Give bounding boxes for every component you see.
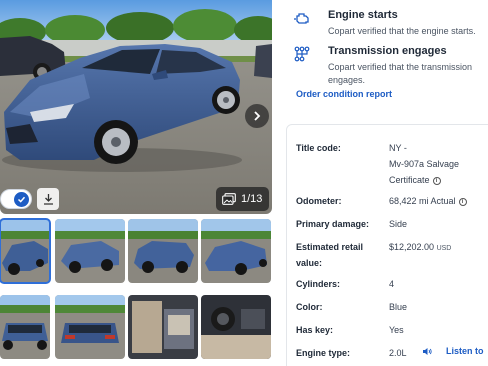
verification-description: Copart verified that the engine starts. (328, 26, 476, 36)
photo-gallery: 1/13 (0, 0, 272, 366)
has-key-label: Has key: (296, 325, 334, 335)
engine-type-label: Engine type: (296, 348, 351, 358)
primary-damage-label: Primary damage: (296, 219, 370, 229)
speaker-icon (423, 347, 432, 355)
thumbnail-7[interactable] (128, 295, 198, 359)
download-photos-button[interactable] (37, 188, 59, 210)
listen-label: Listen to (446, 346, 484, 356)
cylinders-value: 4 (389, 279, 395, 289)
download-icon (43, 194, 53, 205)
odometer-text: 68,422 mi Actual (389, 196, 456, 206)
title-code-text: NY - Mv-907a Salvage Certificate (389, 143, 460, 185)
title-code-value: NY - Mv-907a Salvage Certificate i (389, 140, 488, 188)
vehicle-photo-image (0, 0, 272, 214)
images-icon (222, 193, 236, 205)
listen-button[interactable]: Listen to (422, 346, 484, 356)
odometer-value: 68,422 mi Actual i (389, 193, 488, 209)
main-vehicle-photo[interactable] (0, 0, 272, 214)
thumbnail-1[interactable] (0, 218, 51, 284)
verification-description: Copart verified that the transmission en… (328, 62, 473, 85)
thumbnail-6[interactable] (55, 295, 125, 359)
verification-title: Transmission engages (328, 45, 447, 57)
next-photo-button[interactable] (245, 104, 269, 128)
vehicle-info-panel: Engine starts Copart verified that the e… (282, 0, 488, 366)
estimated-retail-value-label: Estimated retail value: (296, 242, 364, 268)
engine-icon (294, 13, 309, 24)
photo-counter-button[interactable]: 1/13 (216, 187, 269, 211)
photo-counter-text: 1/13 (241, 193, 263, 205)
thumbnail-5[interactable] (0, 295, 50, 359)
title-code-label: Title code: (296, 143, 341, 153)
chevron-right-icon (254, 111, 261, 121)
primary-damage-value: Side (389, 219, 408, 229)
thumbnail-3[interactable] (128, 219, 198, 283)
cylinders-label: Cylinders: (296, 279, 341, 289)
odometer-label: Odometer: (296, 196, 342, 206)
verification-title: Engine starts (328, 9, 398, 21)
transmission-icon (294, 46, 310, 62)
color-value: Blue (389, 302, 408, 312)
thumbnail-2[interactable] (55, 219, 125, 283)
high-res-toggle[interactable] (0, 189, 32, 209)
estimated-retail-amount: $12,202.00 (389, 242, 435, 252)
vehicle-details-card: Title code: NY - Mv-907a Salvage Certifi… (286, 124, 488, 366)
checkmark-icon (14, 192, 29, 207)
info-icon[interactable]: i (458, 197, 467, 206)
color-label: Color: (296, 302, 323, 312)
thumbnail-8[interactable] (201, 295, 271, 359)
thumbnail-4[interactable] (201, 219, 271, 283)
has-key-value: Yes (389, 325, 404, 335)
currency-code: USD (436, 245, 452, 252)
info-icon[interactable]: i (432, 176, 441, 185)
estimated-retail-value: $12,202.00 USD (389, 239, 488, 257)
order-condition-report-link[interactable]: Order condition report (296, 89, 392, 99)
